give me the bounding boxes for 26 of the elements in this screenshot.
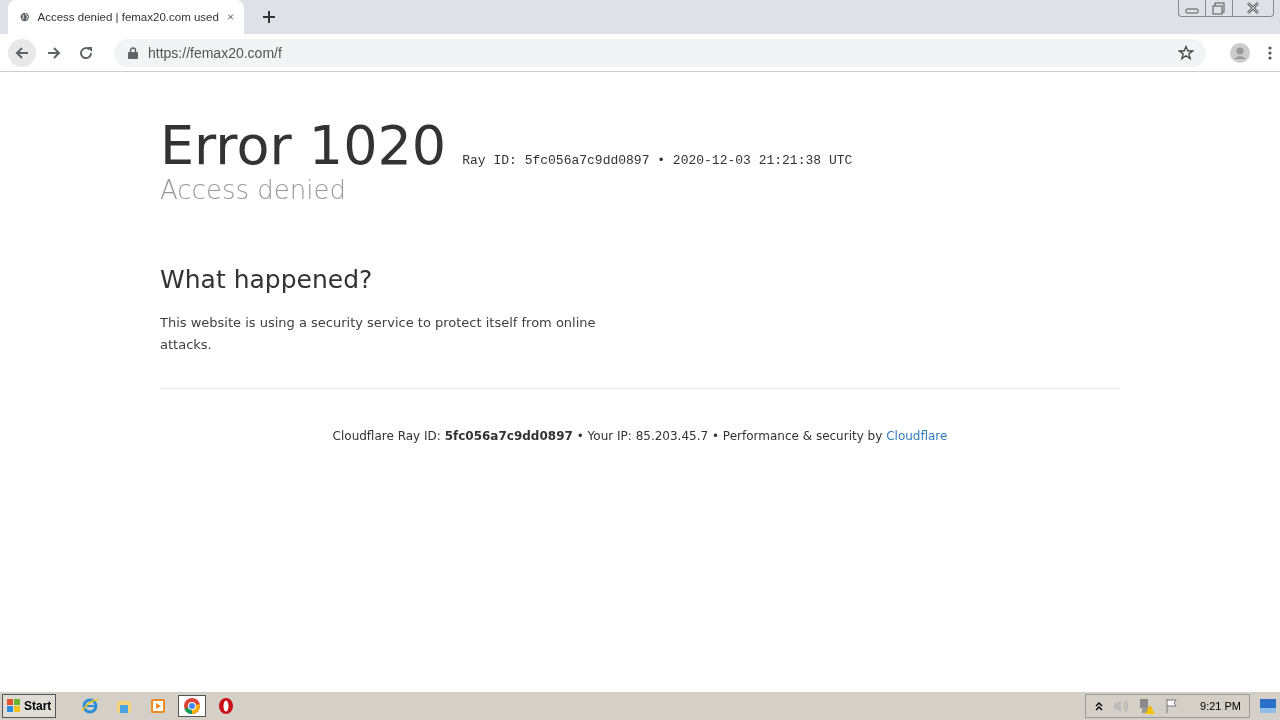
cloudflare-link[interactable]: Cloudflare <box>886 428 948 443</box>
error-subtitle: Access denied <box>160 175 347 207</box>
error-title: Error 1020 <box>160 116 447 176</box>
new-tab-icon[interactable] <box>262 10 276 24</box>
browser-tab[interactable]: Access denied | femax20.com used <box>8 0 244 34</box>
clock-text: 9:21 PM <box>1200 700 1241 712</box>
footer-text: Cloudflare Ray ID: 5fc056a7c9dd0897 • Your IP: 85.203.45.7 • Performance & security by Cloudflare <box>331 428 949 443</box>
address-bar[interactable]: https://femax20.com/f <box>114 38 1206 67</box>
lock-icon <box>128 46 138 59</box>
chevron-up-icon[interactable] <box>1094 700 1105 712</box>
profile-avatar-icon[interactable] <box>1230 42 1250 63</box>
back-button[interactable] <box>8 38 36 67</box>
windows-flag-icon <box>7 699 21 713</box>
close-icon[interactable] <box>226 11 234 23</box>
chrome-icon[interactable] <box>178 695 207 717</box>
menu-icon[interactable] <box>1268 44 1272 61</box>
ray-id-text: Ray ID: 5fc056a7c9dd0897 • 2020-12-03 21:21:38 UTC <box>462 153 853 168</box>
start-button[interactable]: Start <box>2 694 57 718</box>
back-arrow-icon <box>14 44 30 61</box>
section-heading: What happened? <box>160 264 374 294</box>
forward-arrow-icon <box>46 44 62 61</box>
reload-icon <box>78 44 94 61</box>
show-desktop-icon[interactable] <box>1260 699 1276 713</box>
bookmark-star-icon[interactable] <box>1178 44 1194 61</box>
explanation-text: This website is using a security service to protect itself from online attacks. <box>160 313 597 354</box>
network-warning-icon[interactable] <box>1138 697 1157 715</box>
